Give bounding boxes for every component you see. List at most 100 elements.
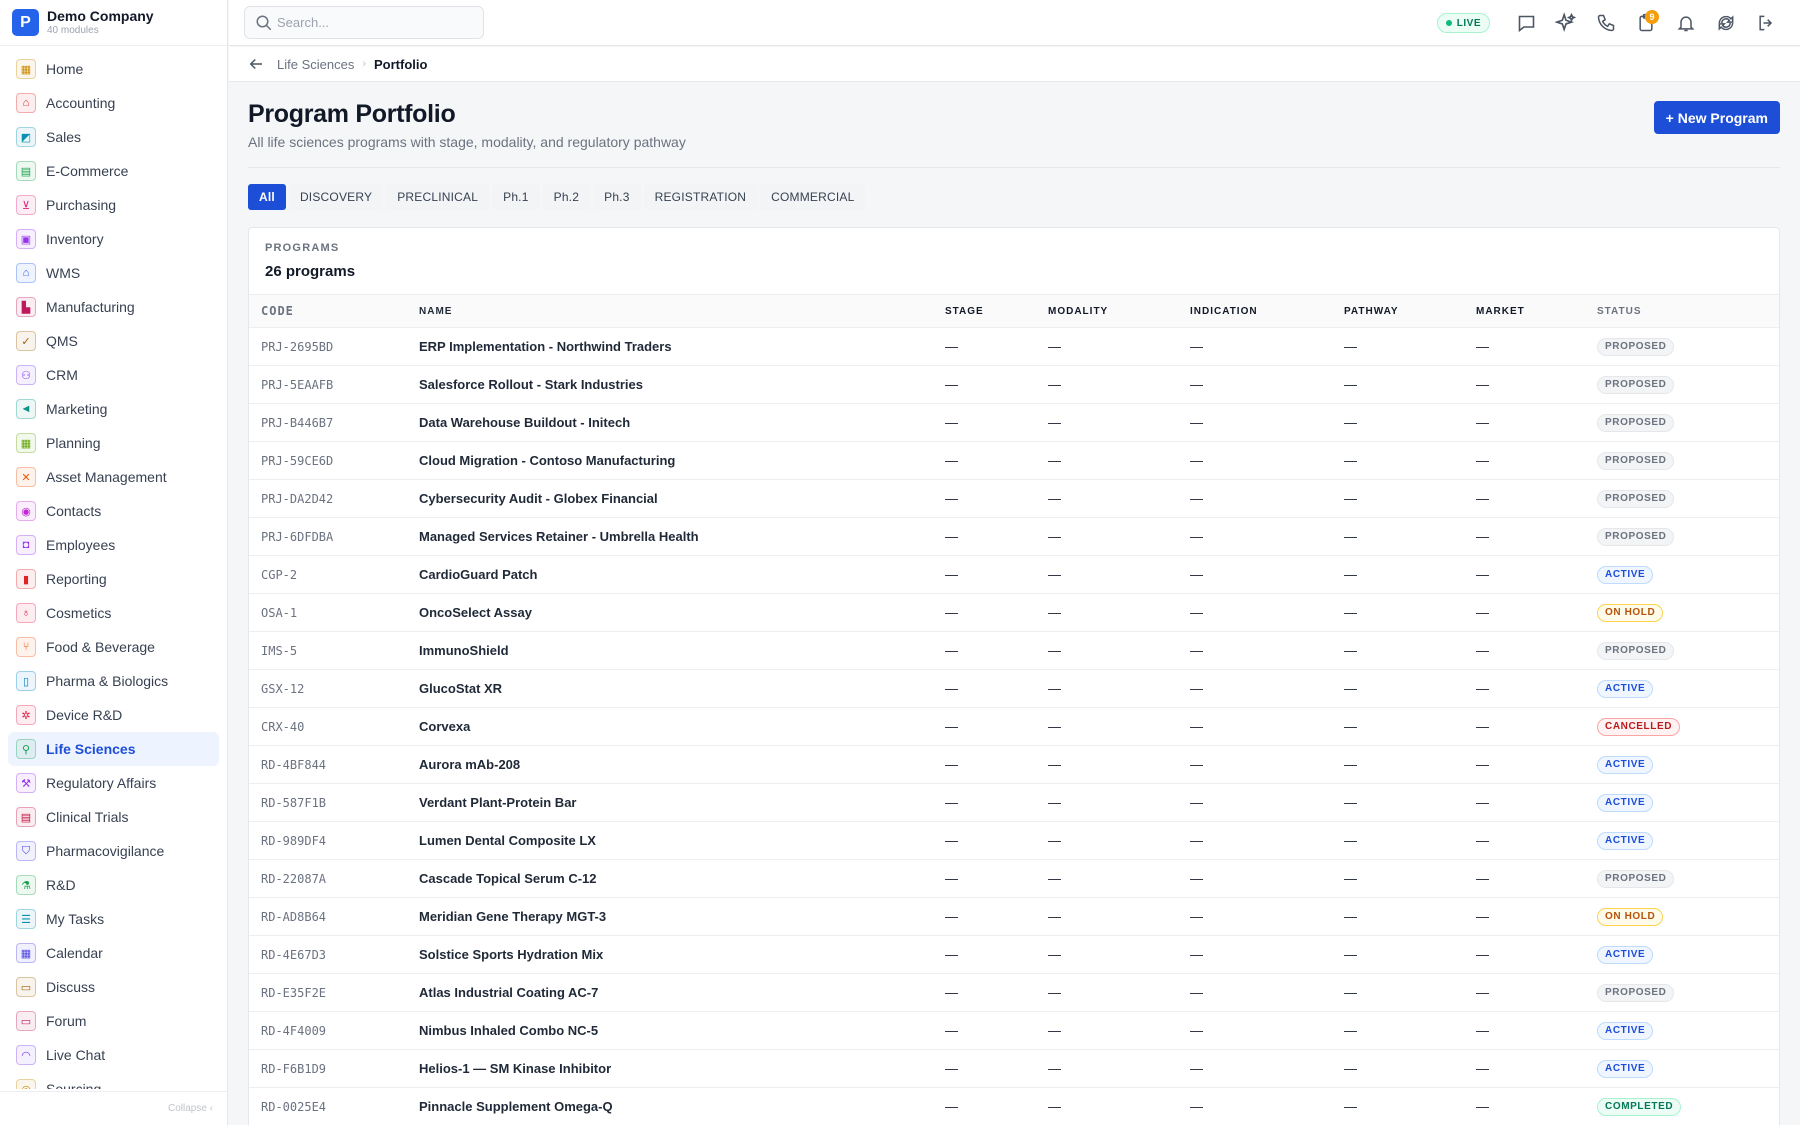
breadcrumb-parent-link[interactable]: Life Sciences xyxy=(277,57,354,72)
cell-pathway: — xyxy=(1344,783,1476,822)
column-header-modality[interactable]: MODALITY xyxy=(1048,294,1190,328)
cell-status: ACTIVE xyxy=(1597,745,1779,784)
collapse-button[interactable]: Collapse ‹ xyxy=(0,1091,227,1125)
sidebar-item-inventory[interactable]: ▣ Inventory xyxy=(8,222,219,256)
sidebar-item-live-chat[interactable]: ◠ Live Chat xyxy=(8,1038,219,1072)
back-arrow-icon[interactable] xyxy=(247,55,265,73)
sidebar-item-calendar[interactable]: ▦ Calendar xyxy=(8,936,219,970)
sidebar-item-discuss[interactable]: ▭ Discuss xyxy=(8,970,219,1004)
column-header-pathway[interactable]: PATHWAY xyxy=(1344,294,1476,328)
table-row[interactable]: RD-E35F2E Atlas Industrial Coating AC-7— —… xyxy=(249,973,1779,1012)
table-row[interactable]: OSA-1 OncoSelect Assay — — — — — ON HOLD xyxy=(249,593,1779,632)
filter-chip-registration[interactable]: REGISTRATION xyxy=(643,184,758,210)
table-row[interactable]: RD-4E67D3 Solstice Sports Hydration Mix — —… xyxy=(249,935,1779,974)
table-row[interactable]: RD-0025E4 Pinnacle Supplement Omega-Q — — — —… xyxy=(249,1087,1779,1125)
filter-chip-preclinical[interactable]: PRECLINICAL xyxy=(386,184,490,210)
table-row[interactable]: RD-22087A Cascade Topical Serum C-12— — — — —… xyxy=(249,859,1779,898)
bell-icon[interactable] xyxy=(1666,3,1706,43)
search-input[interactable]: Search... xyxy=(244,6,484,39)
filter-chip-ph-2[interactable]: Ph.2 xyxy=(542,184,591,210)
sidebar-item-life-sciences[interactable]: ⚲ Life Sciences xyxy=(8,732,219,766)
table-row[interactable]: PRJ-6DFDBA Managed Services Retainer - Um… xyxy=(249,517,1779,556)
sidebar-item-manufacturing[interactable]: ▙ Manufacturing xyxy=(8,290,219,324)
sidebar-item-qms[interactable]: ✓ QMS xyxy=(8,324,219,358)
column-header-status[interactable]: STATUS xyxy=(1597,294,1779,328)
sidebar-item-forum[interactable]: ▭ Forum xyxy=(8,1004,219,1038)
sidebar-item-my-tasks[interactable]: ☰ My Tasks xyxy=(8,902,219,936)
sidebar-item-sales[interactable]: ◩ Sales xyxy=(8,120,219,154)
clipboard-badge-icon[interactable]: 9 xyxy=(1626,3,1666,43)
table-row[interactable]: PRJ-2695BD ERP Implementation - Northwind… xyxy=(249,327,1779,366)
sidebar-item-purchasing[interactable]: ⊻ Purchasing xyxy=(8,188,219,222)
sidebar-item-clinical-trials[interactable]: ▤ Clinical Trials xyxy=(8,800,219,834)
sidebar-item-randd[interactable]: ⚗ R&D xyxy=(8,868,219,902)
sidebar-item-contacts[interactable]: ◉ Contacts xyxy=(8,494,219,528)
table-row[interactable]: GSX-12 GlucoStat XR — — — — — ACTIVE xyxy=(249,669,1779,708)
column-header-stage[interactable]: STAGE xyxy=(945,294,1048,328)
cell-name: Cloud Migration - Contoso Manufacturing xyxy=(419,441,945,480)
cell-code: PRJ-5EAAFB xyxy=(249,365,419,404)
table-row[interactable]: CGP-2 CardioGuard Patch — — — — — ACTIVE xyxy=(249,555,1779,594)
new-program-button[interactable]: + New Program xyxy=(1653,101,1780,134)
filter-chip-commercial[interactable]: COMMERCIAL xyxy=(760,184,866,210)
company-name: Demo Company xyxy=(47,8,154,24)
sidebar-item-employees[interactable]: ◘ Employees xyxy=(8,528,219,562)
cell-market: — xyxy=(1476,631,1597,670)
filter-chip-ph-3[interactable]: Ph.3 xyxy=(593,184,641,210)
column-header-code[interactable]: CODE xyxy=(249,294,419,328)
sidebar-item-pharmacovigilance[interactable]: ⛉ Pharmacovigilance xyxy=(8,834,219,868)
sidebar-item-marketing[interactable]: ◄ Marketing xyxy=(8,392,219,426)
cell-code: RD-4BF844 xyxy=(249,745,419,784)
table-row[interactable]: RD-989DF4 Lumen Dental Composite LX — — — — — A… xyxy=(249,821,1779,860)
card-eyebrow: PROGRAMS xyxy=(265,242,340,254)
cell-stage: — xyxy=(945,1087,1048,1125)
sidebar-item-cosmetics[interactable]: ♁ Cosmetics xyxy=(8,596,219,630)
column-header-indication[interactable]: INDICATION xyxy=(1190,294,1344,328)
sidebar-item-planning[interactable]: ▦ Planning xyxy=(8,426,219,460)
table-row[interactable]: IMS-5 ImmunoShield — — — — — PROPOSED xyxy=(249,631,1779,670)
cell-market: — xyxy=(1476,403,1597,442)
cell-stage: — xyxy=(945,479,1048,518)
table-row[interactable]: RD-4BF844 Aurora mAb-208— — — — — ACTIVE xyxy=(249,745,1779,784)
status-badge: ACTIVE xyxy=(1597,566,1654,584)
status-badge: ACTIVE xyxy=(1597,832,1654,850)
sidebar-item-regulatory-affairs[interactable]: ⚒ Regulatory Affairs xyxy=(8,766,219,800)
table-row[interactable]: PRJ-59CE6D Cloud Migration - Contoso Manu… xyxy=(249,441,1779,480)
company-switcher[interactable]: P Demo Company 40 modules xyxy=(0,0,227,46)
table-row[interactable]: RD-4F4009 Nimbus Inhaled Combo NC-5— — — — — A… xyxy=(249,1011,1779,1050)
sidebar-item-home[interactable]: ▦ Home xyxy=(8,52,219,86)
sidebar-item-e-commerce[interactable]: ▤ E-Commerce xyxy=(8,154,219,188)
table-row[interactable]: RD-F6B1D9 Helios-1 — SM Kinase Inhibitor —… xyxy=(249,1049,1779,1088)
cell-indication: — xyxy=(1190,1011,1344,1050)
cell-code: RD-AD8B64 xyxy=(249,897,419,936)
clipboard-icon: ▤ xyxy=(16,807,36,827)
sidebar-item-device-randd[interactable]: ✲ Device R&D xyxy=(8,698,219,732)
table-row[interactable]: PRJ-B446B7 Data Warehouse Buildout - Init… xyxy=(249,403,1779,442)
sidebar: P Demo Company 40 modules ▦ Home ⌂ Accounti… xyxy=(0,0,228,1125)
table-row[interactable]: RD-587F1B Verdant Plant-Protein Bar — — — — — A… xyxy=(249,783,1779,822)
sidebar-item-food-and-beverage[interactable]: ⑂ Food & Beverage xyxy=(8,630,219,664)
sidebar-item-sourcing[interactable]: ◎ Sourcing xyxy=(8,1072,219,1089)
phone-icon[interactable] xyxy=(1586,3,1626,43)
table-row[interactable]: CRX-40 Corvexa — — — — — CANCELLED xyxy=(249,707,1779,746)
message-icon[interactable] xyxy=(1506,3,1546,43)
sidebar-item-label: Calendar xyxy=(46,945,103,961)
sidebar-item-accounting[interactable]: ⌂ Accounting xyxy=(8,86,219,120)
sync-icon[interactable] xyxy=(1706,3,1746,43)
column-header-market[interactable]: MARKET xyxy=(1476,294,1597,328)
filter-chip-discovery[interactable]: DISCOVERY xyxy=(288,184,384,210)
table-row[interactable]: RD-AD8B64 Meridian Gene Therapy MGT-3— — — —… xyxy=(249,897,1779,936)
sidebar-item-crm[interactable]: ⚇ CRM xyxy=(8,358,219,392)
sidebar-item-pharma-and-biologics[interactable]: ▯ Pharma & Biologics xyxy=(8,664,219,698)
table-row[interactable]: PRJ-5EAAFB Salesforce Rollout - Stark Ind… xyxy=(249,365,1779,404)
sidebar-item-reporting[interactable]: ▮ Reporting xyxy=(8,562,219,596)
sidebar-item-wms[interactable]: ⌂ WMS xyxy=(8,256,219,290)
column-header-name[interactable]: NAME xyxy=(419,294,945,328)
sparkle-icon[interactable] xyxy=(1546,3,1586,43)
filter-chip-all[interactable]: All xyxy=(248,184,286,210)
table-row[interactable]: PRJ-DA2D42 Cybersecurity Audit - Globex F… xyxy=(249,479,1779,518)
filter-chip-ph-1[interactable]: Ph.1 xyxy=(492,184,540,210)
logout-icon[interactable] xyxy=(1746,3,1786,43)
sidebar-item-asset-management[interactable]: ✕ Asset Management xyxy=(8,460,219,494)
status-badge: ACTIVE xyxy=(1597,1022,1654,1040)
